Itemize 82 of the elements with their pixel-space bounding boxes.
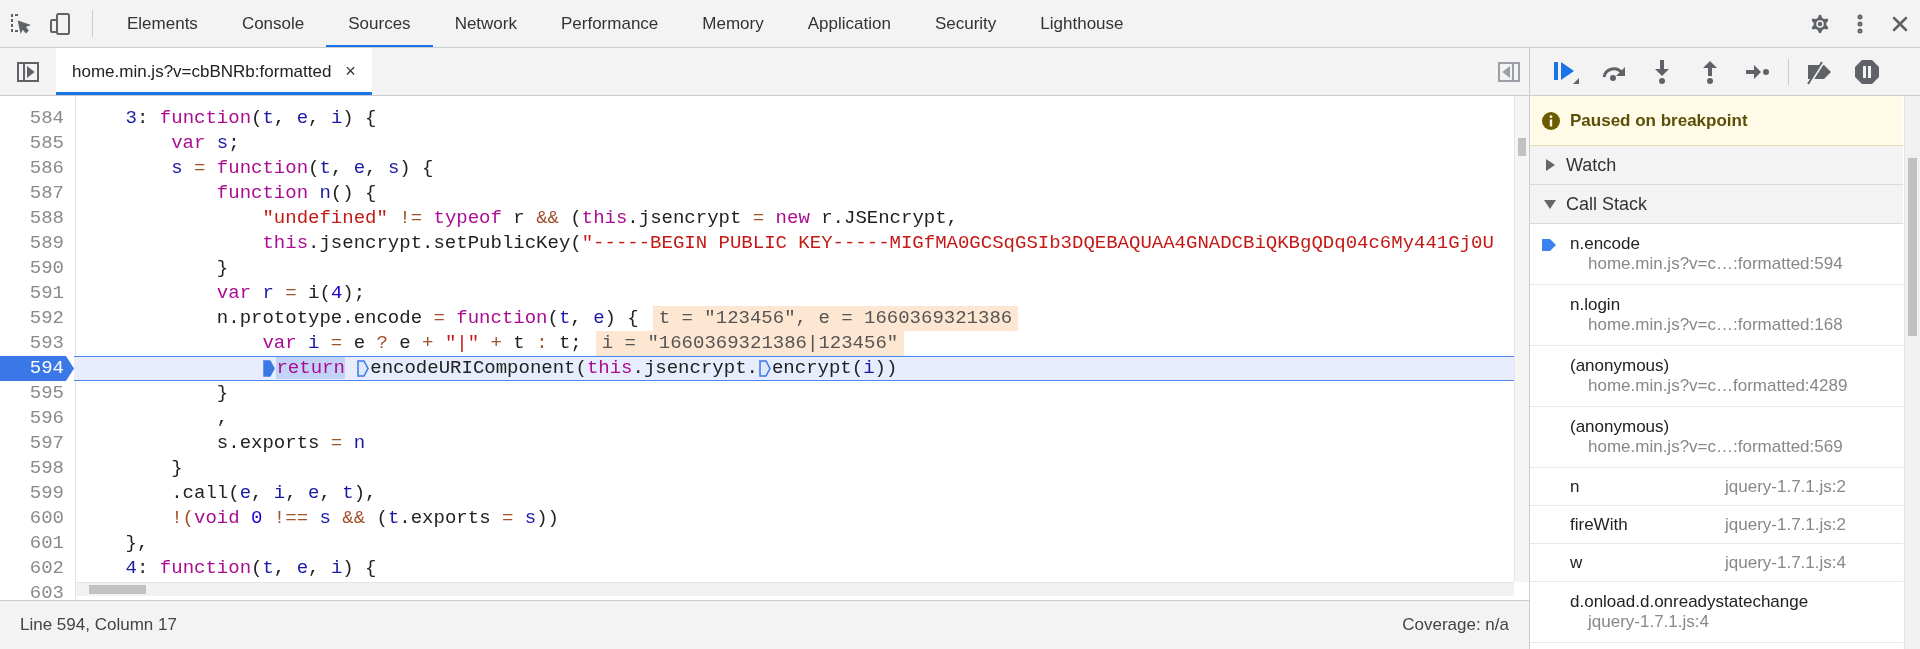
code-line: },: [124, 532, 149, 554]
vertical-scrollbar[interactable]: [1904, 96, 1920, 649]
line-number[interactable]: 601: [0, 531, 74, 556]
panel-tab[interactable]: Memory: [680, 0, 786, 47]
line-number[interactable]: 589: [0, 231, 74, 256]
call-frame-row[interactable]: n.login home.min.js?v=c…:formatted:168: [1530, 285, 1903, 346]
info-icon: [1542, 111, 1560, 130]
frame-name[interactable]: (anonymous): [1570, 417, 1670, 437]
frame-name[interactable]: (anonymous): [1570, 356, 1670, 376]
code-line: ,: [215, 407, 229, 429]
line-number[interactable]: 599: [0, 481, 74, 506]
vertical-scrollbar[interactable]: [1514, 96, 1529, 582]
frame-location[interactable]: jquery-1.7.1.js:2: [1725, 514, 1846, 535]
line-number[interactable]: 591: [0, 281, 74, 306]
line-number[interactable]: 603: [0, 581, 74, 600]
call-frame-row[interactable]: d.onload.d.onreadystatechange jquery-1.7.1.js:4: [1530, 582, 1903, 643]
line-number[interactable]: 598: [0, 456, 74, 481]
frame-name[interactable]: fireWith: [1570, 514, 1725, 535]
cursor-position: Line 594, Column 17: [20, 615, 177, 635]
code-line: }: [215, 257, 229, 279]
location-marker-icon[interactable]: [758, 360, 771, 377]
call-frame-row[interactable]: fireWith jquery-1.7.1.js:2: [1530, 506, 1903, 544]
panel-tab[interactable]: Application: [785, 0, 913, 47]
call-frame-row[interactable]: n jquery-1.7.1.js:2: [1530, 468, 1903, 506]
frame-name[interactable]: n: [1570, 476, 1725, 497]
code-line: var r = i(4);: [215, 282, 366, 304]
frame-location[interactable]: home.min.js?v=c…:formatted:168: [1570, 315, 1843, 335]
line-number[interactable]: 590: [0, 256, 74, 281]
frame-name[interactable]: n.login: [1570, 295, 1621, 315]
frame-location[interactable]: home.min.js?v=c…:formatted:594: [1570, 254, 1843, 274]
frame-name[interactable]: d.onload.d.onreadystatechange: [1570, 592, 1809, 612]
frame-location[interactable]: jquery-1.7.1.js:4: [1570, 612, 1709, 632]
panel-tab[interactable]: Lighthouse: [1018, 0, 1146, 47]
file-tab[interactable]: home.min.js?v=cbBNRb:formatted ×: [56, 48, 372, 95]
code-line: 4: function(t, e, i) {: [124, 557, 377, 579]
panel-tab[interactable]: Performance: [539, 0, 681, 47]
line-number[interactable]: 600: [0, 506, 74, 531]
section-header[interactable]: Watch: [1530, 146, 1903, 185]
section-header[interactable]: Call Stack: [1530, 185, 1903, 224]
frame-location[interactable]: jquery-1.7.1.js:2: [1725, 476, 1846, 497]
code-line: }: [170, 457, 183, 479]
line-number[interactable]: 593: [0, 331, 74, 356]
call-frame-row[interactable]: n.encode home.min.js?v=c…:formatted:594: [1530, 224, 1903, 285]
inline-value: i = "1660369321386|123456": [595, 331, 905, 356]
call-frame-row[interactable]: (anonymous) home.min.js?v=c…formatted:4289: [1530, 346, 1903, 407]
close-tab-button[interactable]: ×: [343, 61, 358, 82]
panel-tab[interactable]: Network: [432, 0, 539, 47]
code-line: var i = e ? e + "|" + t : t;: [261, 332, 582, 354]
file-name: home.min.js?v=cbBNRb:formatted: [72, 61, 332, 82]
code-line: !(void 0 !== s && (t.exports = s)): [170, 507, 559, 529]
frame-name[interactable]: w: [1570, 552, 1725, 573]
code-line: return encodeURIComponent(this.jsencrypt. encrypt(i)): [275, 357, 898, 379]
code-line: n.prototype.encode = function(t, e) {: [215, 307, 639, 329]
location-marker-icon[interactable]: [357, 360, 370, 377]
line-number[interactable]: 602: [0, 556, 74, 581]
panel-tab[interactable]: Console: [219, 0, 327, 47]
inline-value: t = "123456", e = 1660369321386: [652, 306, 1019, 331]
frame-location[interactable]: jquery-1.7.1.js:4: [1725, 552, 1846, 573]
line-number[interactable]: 586: [0, 156, 74, 181]
frame-location[interactable]: home.min.js?v=c…:formatted:569: [1570, 437, 1843, 457]
code-line: 3: function(t, e, i) {: [124, 107, 377, 129]
code-line: function n() {: [215, 182, 377, 204]
code-line: s.exports = n: [215, 432, 366, 454]
panel-tab[interactable]: Security: [912, 0, 1019, 47]
coverage-status: Coverage: n/a: [1402, 615, 1509, 635]
code-line: this.jsencrypt.setPublicKey("-----BEGIN PUBLIC KEY-----MIGfMA0GCSqGSIb3DQEBAQUAA4GNADCBiQKBgQDq04c6My441Gj0U: [261, 232, 1494, 254]
code-line: }: [215, 382, 229, 404]
call-frame-row[interactable]: w jquery-1.7.1.js:4: [1530, 544, 1903, 582]
paused-message: Paused on breakpoint: [1570, 110, 1748, 131]
code-line: "undefined" != typeof r && (this.jsencrypt = new r.JSEncrypt,: [261, 207, 959, 229]
line-number[interactable]: 592: [0, 306, 74, 331]
code-line: s = function(t, e, s) {: [170, 157, 434, 179]
call-frame-row[interactable]: (anonymous) home.min.js?v=c…:formatted:569: [1530, 407, 1903, 468]
line-number[interactable]: 596: [0, 406, 74, 431]
frame-name[interactable]: n.encode: [1570, 234, 1640, 254]
code-line: .call(e, i, e, t),: [170, 482, 377, 504]
horizontal-scrollbar[interactable]: [76, 582, 1514, 596]
line-number[interactable]: 588: [0, 206, 74, 231]
frame-location[interactable]: home.min.js?v=c…formatted:4289: [1570, 376, 1848, 396]
line-number[interactable]: 594: [0, 356, 74, 381]
code-line: var s;: [170, 132, 240, 154]
panel-tab[interactable]: Elements: [105, 0, 220, 47]
